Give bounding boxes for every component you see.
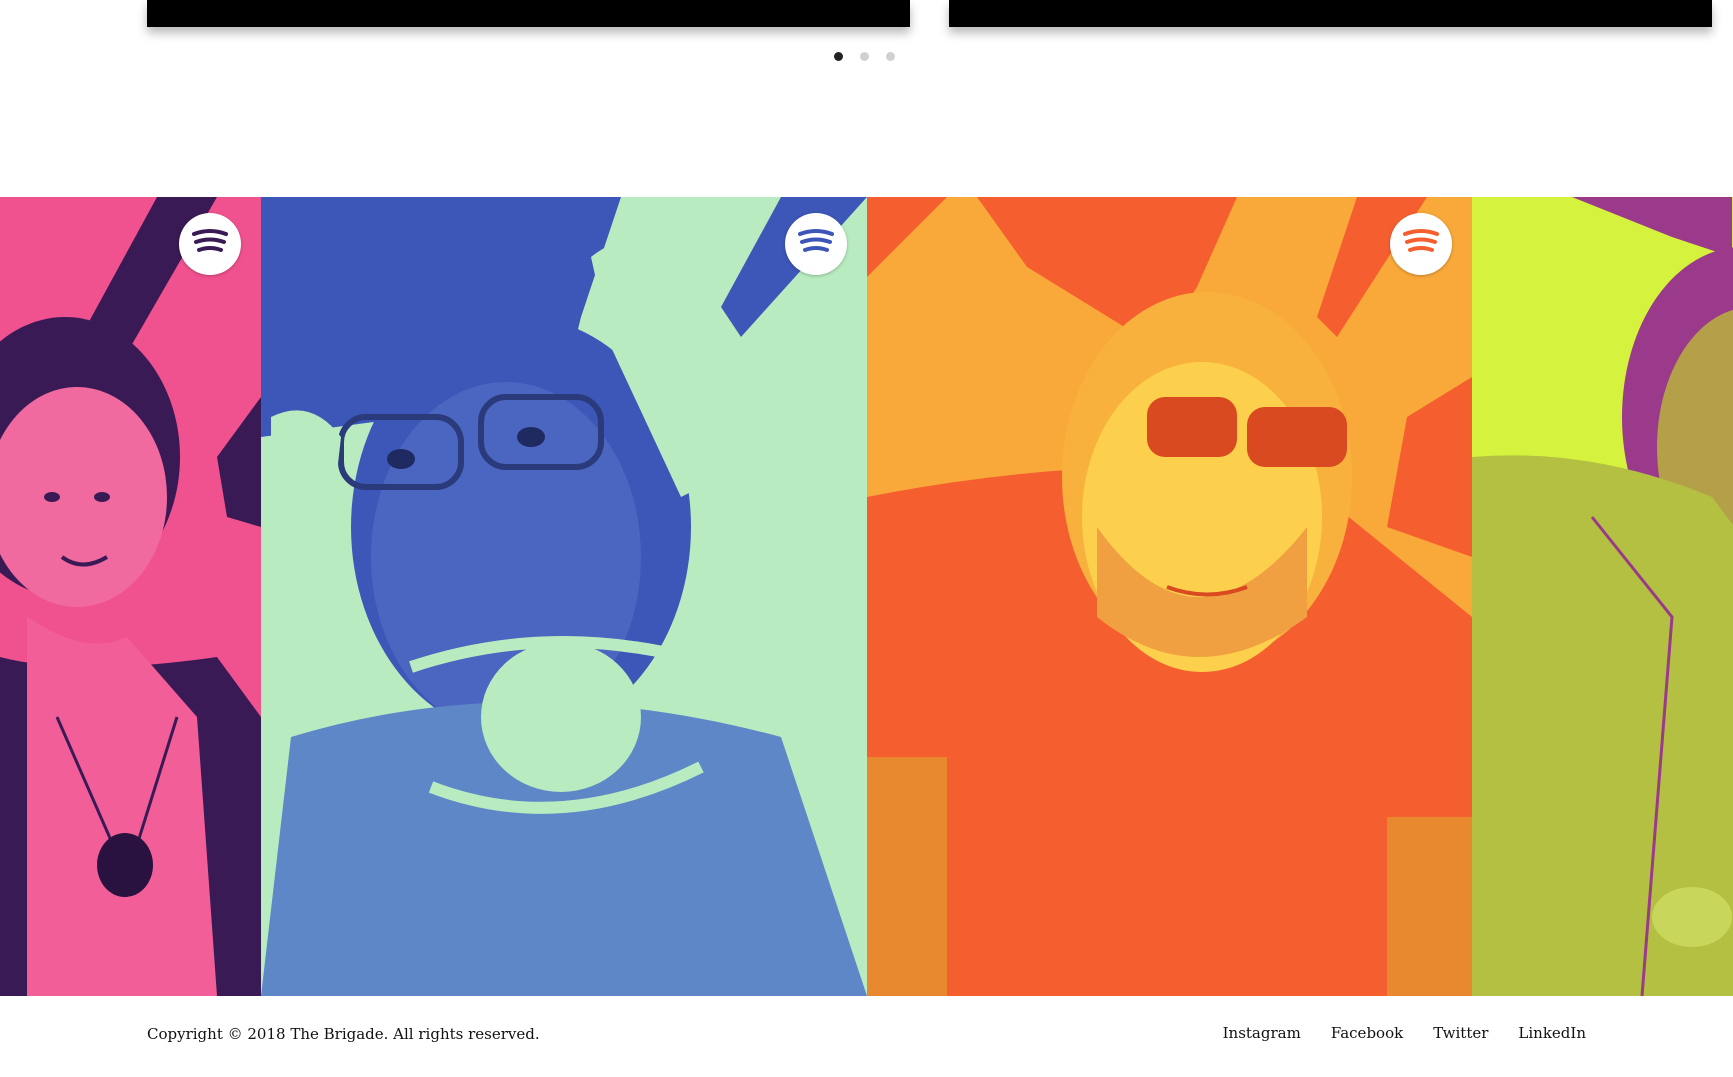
footer-link-linkedin[interactable]: LinkedIn [1518, 1024, 1586, 1042]
portrait-image [0, 197, 261, 996]
portrait-card-pink[interactable] [0, 197, 261, 996]
carousel-dot-2[interactable] [860, 52, 869, 61]
spotify-button[interactable] [179, 213, 241, 275]
footer-copyright: Copyright © 2018 The Brigade. All rights… [147, 1025, 540, 1043]
carousel-slide-2[interactable] [949, 0, 1712, 27]
carousel-slide-1[interactable] [147, 0, 910, 27]
portrait-image [261, 197, 867, 996]
portrait-image [1472, 197, 1733, 996]
portrait-card-orange[interactable] [867, 197, 1472, 996]
spotify-icon [192, 229, 228, 252]
footer-link-facebook[interactable]: Facebook [1331, 1024, 1403, 1042]
footer-link-instagram[interactable]: Instagram [1223, 1024, 1301, 1042]
portrait-card-lime[interactable] [1472, 197, 1733, 996]
portrait-image [867, 197, 1472, 996]
footer-link-twitter[interactable]: Twitter [1433, 1024, 1488, 1042]
footer-social-links: Instagram Facebook Twitter LinkedIn [1223, 1024, 1586, 1042]
portrait-card-blue[interactable] [261, 197, 867, 996]
portrait-gallery [0, 197, 1733, 996]
spotify-icon [798, 229, 834, 252]
carousel-dot-1[interactable] [834, 52, 843, 61]
spotify-button[interactable] [1390, 213, 1452, 275]
spotify-button[interactable] [785, 213, 847, 275]
spotify-icon [1403, 229, 1439, 252]
carousel-dot-3[interactable] [886, 52, 895, 61]
carousel-dots [834, 52, 895, 61]
